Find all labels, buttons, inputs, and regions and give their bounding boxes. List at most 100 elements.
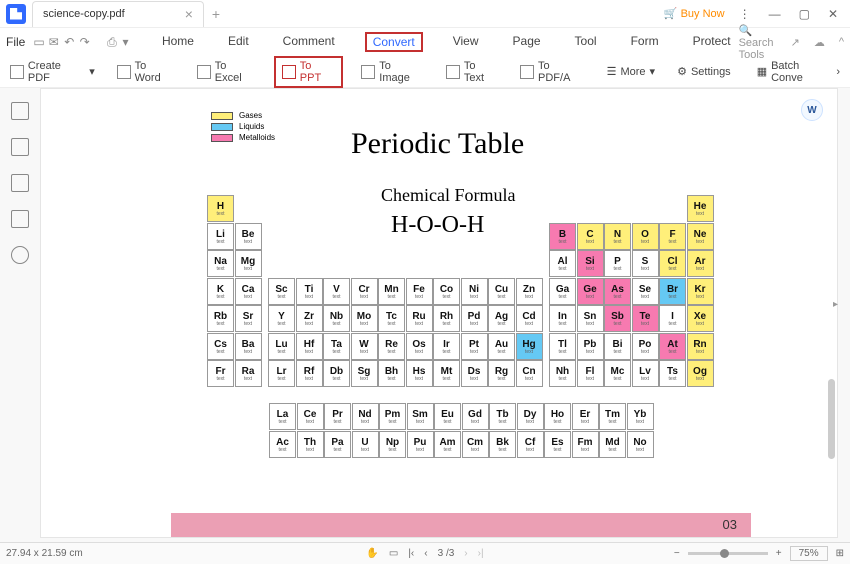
page-dimensions: 27.94 x 21.59 cm [6, 548, 83, 559]
legend-liquids-swatch [211, 123, 233, 131]
element-At: Attext [659, 333, 686, 360]
element-B: Btext [549, 223, 576, 250]
attachment-icon[interactable] [11, 210, 29, 228]
more-button[interactable]: ☰ More ▾ [603, 62, 659, 81]
element-As: Astext [604, 278, 631, 305]
element-Bk: Bktext [489, 431, 516, 458]
to-ppt-button[interactable]: To PPT [274, 56, 344, 88]
element-K: Ktext [207, 278, 234, 305]
element-Ts: Tstext [659, 360, 686, 387]
thumbnails-icon[interactable] [11, 102, 29, 120]
element-I: Itext [659, 305, 686, 332]
element-Ne: Netext [687, 223, 714, 250]
tab-title: science-copy.pdf [43, 8, 125, 20]
element-Kr: Krtext [687, 278, 714, 305]
page-number-bar: 03 [171, 513, 751, 537]
element-V: Vtext [323, 278, 350, 305]
next-page-icon[interactable]: › [464, 548, 467, 559]
hand-tool-icon[interactable]: ✋ [366, 548, 378, 559]
menu-edit[interactable]: Edit [224, 32, 253, 52]
create-pdf-button[interactable]: Create PDF ▾ [6, 57, 99, 87]
element-Cu: Cutext [488, 278, 515, 305]
batch-convert-button[interactable]: ▦ Batch Conve › [753, 57, 844, 87]
element-Ra: Ratext [235, 360, 262, 387]
zoom-in-icon[interactable]: + [776, 548, 782, 559]
bookmark-icon[interactable] [11, 138, 29, 156]
menu-file[interactable]: File [6, 35, 25, 49]
chevron-down-icon[interactable]: ▾ [123, 35, 134, 49]
element-S: Stext [632, 250, 659, 277]
minimize-button[interactable]: — [765, 7, 785, 21]
close-button[interactable]: ✕ [824, 7, 842, 21]
search-icon[interactable] [11, 246, 29, 264]
scrollbar-vertical[interactable] [828, 379, 835, 459]
print-icon[interactable]: ⎙ [107, 35, 118, 49]
menu-view[interactable]: View [449, 32, 483, 52]
settings-button[interactable]: ⚙ Settings [673, 57, 735, 87]
menu-form[interactable]: Form [627, 32, 663, 52]
menu-comment[interactable]: Comment [279, 32, 339, 52]
element-Og: Ogtext [687, 360, 714, 387]
collapse-icon[interactable]: ^ [839, 36, 844, 48]
element-Rb: Rbtext [207, 305, 234, 332]
share-icon[interactable]: ↗ [791, 36, 800, 49]
status-bar: 27.94 x 21.59 cm ✋ ▭ |‹ ‹ 3 /3 › ›| − + … [0, 542, 850, 564]
last-page-icon[interactable]: ›| [478, 548, 484, 559]
element-Pr: Prtext [324, 403, 351, 430]
element-Zn: Zntext [516, 278, 543, 305]
undo-icon[interactable]: ↶ [64, 35, 75, 49]
to-word-button[interactable]: To Word [113, 57, 179, 87]
batch-label: Batch Conve [771, 60, 832, 84]
tab-close-icon[interactable]: × [185, 6, 193, 22]
element-Na: Natext [207, 250, 234, 277]
element-Cl: Cltext [659, 250, 686, 277]
word-convert-badge[interactable]: W [801, 99, 823, 121]
prev-page-icon[interactable]: ‹ [424, 548, 427, 559]
redo-icon[interactable]: ↷ [80, 35, 91, 49]
element-Br: Brtext [659, 278, 686, 305]
to-text-button[interactable]: To Text [442, 57, 502, 87]
element-Ru: Rutext [406, 305, 433, 332]
buy-now-link[interactable]: 🛒 Buy Now [664, 7, 725, 20]
element-Cd: Cdtext [516, 305, 543, 332]
page-number: 03 [723, 517, 737, 532]
element-Ta: Tatext [323, 333, 350, 360]
mail-icon[interactable]: ✉ [49, 35, 60, 49]
menu-tool[interactable]: Tool [571, 32, 601, 52]
element-Sr: Srtext [235, 305, 262, 332]
comment-icon[interactable] [11, 174, 29, 192]
element-Pu: Putext [407, 431, 434, 458]
element-Ge: Getext [577, 278, 604, 305]
menu-protect[interactable]: Protect [689, 32, 735, 52]
document-viewport[interactable]: W ▸ Gases Liquids Metalloids Periodic Ta… [40, 88, 838, 538]
zoom-value[interactable]: 75% [790, 546, 828, 561]
menu-home[interactable]: Home [158, 32, 198, 52]
cloud-icon[interactable]: ☁ [814, 36, 825, 49]
element-Pb: Pbtext [577, 333, 604, 360]
element-Y: Ytext [268, 305, 295, 332]
save-icon[interactable]: ▭ [33, 35, 44, 49]
maximize-button[interactable]: ▢ [795, 7, 814, 21]
page-indicator[interactable]: 3 /3 [438, 548, 455, 559]
document-tab[interactable]: science-copy.pdf × [32, 1, 204, 27]
zoom-out-icon[interactable]: − [674, 548, 680, 559]
element-U: Utext [352, 431, 379, 458]
more-icon[interactable]: ⋮ [735, 7, 755, 21]
search-tools[interactable]: 🔍 Search Tools [739, 24, 777, 61]
first-page-icon[interactable]: |‹ [408, 548, 414, 559]
scroll-right-caret[interactable]: ▸ [833, 299, 838, 310]
to-pdfa-button[interactable]: To PDF/A [516, 57, 588, 87]
element-Nb: Nbtext [323, 305, 350, 332]
menu-page[interactable]: Page [509, 32, 545, 52]
to-text-label: To Text [464, 60, 498, 84]
create-pdf-label: Create PDF [28, 60, 85, 84]
element-N: Ntext [604, 223, 631, 250]
to-image-button[interactable]: To Image [357, 57, 428, 87]
menu-convert[interactable]: Convert [365, 32, 423, 52]
fit-page-icon[interactable]: ⊞ [836, 548, 844, 559]
to-excel-button[interactable]: To Excel [193, 57, 260, 87]
element-Se: Setext [632, 278, 659, 305]
zoom-slider[interactable] [688, 552, 768, 555]
new-tab-button[interactable]: + [212, 6, 220, 22]
select-tool-icon[interactable]: ▭ [389, 548, 398, 559]
